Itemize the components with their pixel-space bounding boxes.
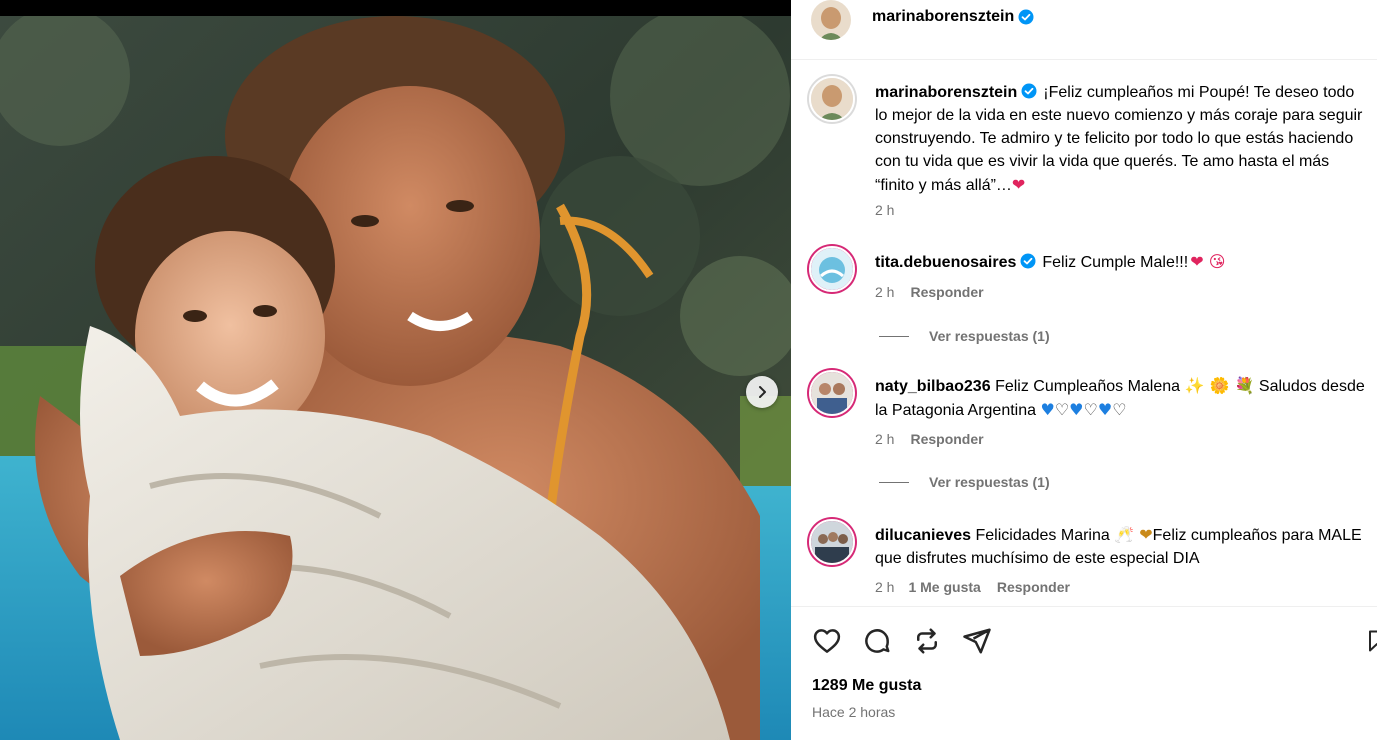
commenter-avatar[interactable] (809, 246, 855, 292)
author-avatar[interactable] (811, 0, 851, 40)
next-photo-button[interactable] (746, 376, 778, 408)
blue-heart-icon: ♥ (1040, 400, 1055, 419)
red-heart-icon: ❤ (1011, 175, 1026, 194)
blue-heart-icon: ♥ (1097, 400, 1113, 419)
comment-emojis: ❤ 😘 (1190, 252, 1226, 271)
view-replies-button[interactable]: Ver respuestas (1) (879, 474, 1050, 490)
hearts-row: ♥♡♥♡♥♡ (1040, 400, 1126, 419)
comment-time: 2 h (875, 579, 895, 595)
commenter-avatar[interactable] (809, 519, 855, 565)
media-top-bar (0, 0, 791, 16)
caption-avatar-ring (807, 74, 857, 124)
blue-heart-icon: ♥ (1069, 400, 1084, 419)
view-replies-label: Ver respuestas (1) (929, 474, 1050, 490)
comment-meta: 2 h 1 Me gusta Responder (875, 579, 1070, 595)
story-ring (807, 368, 857, 418)
caption-avatar[interactable] (809, 76, 855, 122)
comment-meta: 2 h Responder (875, 431, 984, 447)
verified-badge-icon (1020, 253, 1036, 269)
comment-text: Felicidades Marina (975, 527, 1110, 544)
post-header: marinaborensztein (791, 0, 1377, 60)
comment-text: Feliz Cumple Male!!! (1042, 254, 1189, 271)
story-ring (807, 244, 857, 294)
post-timestamp: Hace 2 horas (812, 704, 896, 720)
comment-meta: 2 h Responder (875, 284, 984, 300)
view-replies-button[interactable]: Ver respuestas (1) (879, 328, 1050, 344)
comment-text: Feliz Cumpleaños Malena (995, 378, 1181, 395)
author-username[interactable]: marinaborensztein (872, 8, 1014, 26)
view-replies-label: Ver respuestas (1) (929, 328, 1050, 344)
comment-text-block: dilucanieves Felicidades Marina 🥂 ❤Feliz… (875, 523, 1371, 570)
reply-button[interactable]: Responder (997, 579, 1070, 595)
white-heart-icon: ♡ (1112, 400, 1127, 419)
send-icon[interactable] (962, 626, 992, 656)
comment-time: 2 h (875, 431, 895, 447)
comment-username[interactable]: dilucanieves (875, 527, 971, 544)
comment-time: 2 h (875, 284, 895, 300)
comment-username[interactable]: naty_bilbao236 (875, 378, 991, 395)
divider-line (879, 481, 909, 483)
heart-icon[interactable] (812, 626, 842, 656)
caption-time: 2 h (875, 202, 895, 218)
comment-text-block: naty_bilbao236 Feliz Cumpleaños Malena ✨… (875, 374, 1371, 422)
caption-meta: 2 h (875, 202, 894, 218)
divider-line (879, 335, 909, 337)
reply-button[interactable]: Responder (910, 431, 983, 447)
verified-badge-icon (1018, 9, 1034, 25)
verified-badge-icon (1021, 83, 1037, 99)
reply-button[interactable]: Responder (910, 284, 983, 300)
post-photo (0, 16, 791, 740)
comment-username[interactable]: tita.debuenosaires (875, 254, 1016, 271)
white-heart-icon: ♡ (1054, 400, 1070, 419)
comment-text-block: tita.debuenosaires Feliz Cumple Male!!! ❤ … (875, 250, 1371, 274)
comment-emojis: 🥂 ❤ (1114, 525, 1153, 544)
post-panel: marinaborensztein marinaborensztein ¡Feli… (791, 0, 1377, 740)
bookmark-icon[interactable] (1365, 626, 1377, 656)
caption-text-block: marinaborensztein ¡Feliz cumpleaños mi Po… (875, 81, 1371, 197)
post-actions: 1289 Me gusta Hace 2 horas (791, 606, 1377, 740)
comment-likes[interactable]: 1 Me gusta (908, 579, 980, 595)
story-ring (807, 517, 857, 567)
likes-count[interactable]: 1289 Me gusta (812, 677, 921, 695)
caption-username[interactable]: marinaborensztein (875, 84, 1017, 101)
comment-icon[interactable] (862, 626, 892, 656)
post-media[interactable] (0, 0, 791, 740)
commenter-avatar[interactable] (809, 370, 855, 416)
white-heart-icon: ♡ (1083, 400, 1098, 419)
repost-icon[interactable] (912, 626, 942, 656)
comment-emojis: ✨ 🌼 💐 (1184, 376, 1255, 395)
chevron-right-icon (759, 386, 766, 398)
